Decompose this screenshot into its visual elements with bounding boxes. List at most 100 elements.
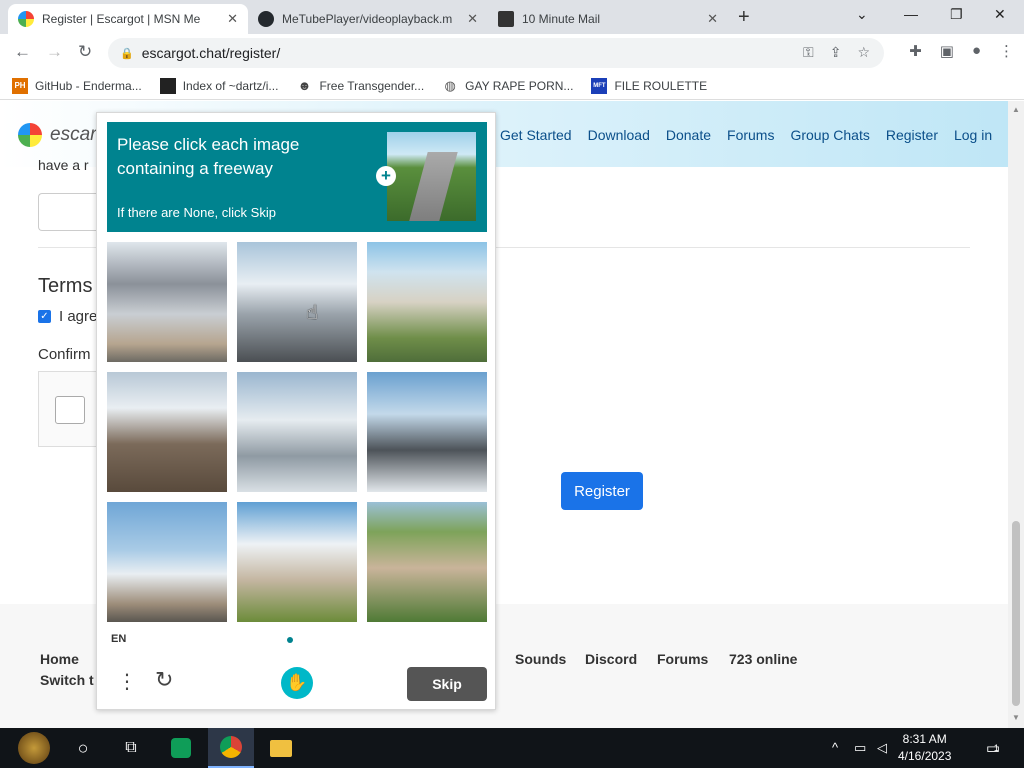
menu-dots-icon[interactable]: ⋮: [117, 669, 137, 694]
address-bar[interactable]: 🔒 escargot.chat/register/ ⚿ ⇪ ☆: [108, 38, 884, 68]
tab-title: 10 Minute Mail: [522, 12, 601, 26]
tile-smokestack[interactable]: [107, 242, 227, 362]
nav-forums[interactable]: Forums: [727, 127, 774, 143]
tile-steam-plant[interactable]: [107, 502, 227, 622]
refresh-icon[interactable]: ↻: [155, 667, 173, 693]
footer-discord[interactable]: Discord: [585, 651, 637, 667]
nav-donate[interactable]: Donate: [666, 127, 711, 143]
tile-snowy-road[interactable]: [237, 242, 357, 362]
tile-snowy-houses[interactable]: [107, 372, 227, 492]
mask-icon: ☻: [297, 78, 312, 93]
nav-download[interactable]: Download: [588, 127, 650, 143]
tab-10-minute-mail[interactable]: 10 Minute Mail ✕: [488, 4, 728, 34]
bookmark-github[interactable]: PH GitHub - Enderma...: [12, 77, 142, 94]
task-view-icon[interactable]: ⧉: [110, 728, 152, 768]
notifications-icon[interactable]: ▭ 1: [978, 728, 1008, 768]
page-indicator: [287, 637, 293, 643]
tab-title: MeTubePlayer/videoplayback.m: [282, 12, 453, 26]
tile-town[interactable]: [367, 242, 487, 362]
profile-icon[interactable]: ●: [972, 42, 981, 60]
agree-label: I agre: [59, 308, 98, 325]
tile-snowy-valley[interactable]: [237, 372, 357, 492]
bookmark-index[interactable]: Index of ~dartz/i...: [159, 77, 278, 94]
tile-snowy-rail[interactable]: [367, 372, 487, 492]
notification-count: 1: [993, 743, 999, 753]
scrollbar-thumb[interactable]: [1012, 521, 1020, 706]
close-icon[interactable]: ✕: [227, 11, 238, 27]
site-nav: Get Started Download Donate Forums Group…: [500, 127, 992, 143]
footer-forums[interactable]: Forums: [657, 651, 708, 667]
challenge-title: Please click each image containing a fre…: [117, 135, 300, 178]
index-icon: [159, 77, 176, 94]
date: 4/16/2023: [898, 749, 952, 763]
scrollbar[interactable]: ▲ ▼: [1008, 101, 1024, 728]
tile-aerial-city[interactable]: [367, 502, 487, 622]
mft-icon: MFT: [591, 77, 608, 94]
nav-get-started[interactable]: Get Started: [500, 127, 572, 143]
close-window-icon[interactable]: ✕: [994, 6, 1006, 23]
taskbar: ○ ⧉ ^ ▭ ◁ 8:31 AM 4/16/2023 ▭ 1: [0, 728, 1024, 768]
bookmark-file-roulette[interactable]: MFT FILE ROULETTE: [591, 77, 707, 94]
bookmark-free-transgender[interactable]: ☻ Free Transgender...: [296, 78, 425, 94]
captcha-widget: [38, 371, 98, 447]
minimize-icon[interactable]: —: [904, 6, 918, 22]
escargot-logo-icon[interactable]: [18, 123, 42, 147]
tab-search-icon[interactable]: ⌄: [856, 6, 868, 23]
close-icon[interactable]: ✕: [467, 11, 478, 27]
captcha-checkbox[interactable]: [55, 396, 85, 424]
menu-icon[interactable]: ⋮: [999, 42, 1014, 60]
confirm-label: Confirm: [38, 346, 91, 363]
share-icon[interactable]: ⇪: [830, 44, 842, 61]
bookmark-label: GAY RAPE PORN...: [465, 78, 574, 93]
new-tab-icon[interactable]: +: [738, 6, 750, 29]
hcaptcha-challenge: Please click each image containing a fre…: [96, 112, 496, 710]
network-icon[interactable]: ▭: [854, 740, 866, 756]
start-icon[interactable]: [10, 728, 58, 768]
hcaptcha-logo-icon[interactable]: ✋: [281, 667, 313, 699]
search-icon[interactable]: ○: [62, 728, 104, 768]
nav-group-chats[interactable]: Group Chats: [790, 127, 869, 143]
tray-up-icon[interactable]: ^: [832, 740, 838, 755]
bookmark-label: Free Transgender...: [319, 78, 425, 93]
star-icon[interactable]: ☆: [857, 44, 870, 61]
nav-log-in[interactable]: Log in: [954, 127, 992, 143]
key-icon[interactable]: ⚿: [803, 44, 814, 61]
tile-cooling-tower[interactable]: [237, 502, 357, 622]
scroll-down-icon[interactable]: ▼: [1012, 713, 1020, 722]
forward-icon[interactable]: →: [46, 42, 63, 62]
scroll-up-icon[interactable]: ▲: [1012, 105, 1020, 114]
footer-home[interactable]: Home: [40, 651, 79, 667]
language-selector[interactable]: EN: [111, 633, 126, 645]
lock-icon[interactable]: 🔒: [120, 47, 134, 60]
side-panel-icon[interactable]: ▣: [940, 42, 954, 60]
example-image[interactable]: [387, 132, 476, 221]
file-explorer-icon[interactable]: [258, 728, 304, 768]
partial-text: have a r: [38, 157, 89, 173]
skip-button[interactable]: Skip: [407, 667, 487, 701]
globe-icon: ◍: [444, 77, 456, 93]
chrome-icon[interactable]: [208, 728, 254, 768]
expand-example-icon[interactable]: +: [376, 166, 396, 186]
url-text: escargot.chat/register/: [141, 45, 281, 61]
back-icon[interactable]: ←: [14, 42, 31, 62]
tab-register[interactable]: Register | Escargot | MSN Me ✕: [8, 4, 248, 34]
terms-heading: Terms: [38, 275, 93, 297]
agree-checkbox[interactable]: ✓: [38, 310, 51, 323]
clock[interactable]: 8:31 AM 4/16/2023: [898, 731, 951, 765]
bookmark-gay[interactable]: ◍ GAY RAPE PORN...: [442, 77, 574, 94]
online-count: 723 online: [729, 651, 798, 667]
nav-register[interactable]: Register: [886, 127, 938, 143]
restore-icon[interactable]: ❐: [950, 6, 963, 23]
reload-icon[interactable]: ↻: [78, 42, 92, 62]
footer-switch[interactable]: Switch t: [40, 672, 94, 688]
sheets-icon[interactable]: [158, 728, 204, 768]
footer-sounds[interactable]: Sounds: [515, 651, 566, 667]
extensions-icon[interactable]: ✚: [909, 42, 922, 60]
text-field[interactable]: [38, 193, 98, 231]
register-button[interactable]: Register: [561, 472, 643, 510]
close-icon[interactable]: ✕: [707, 11, 718, 27]
volume-icon[interactable]: ◁: [877, 740, 887, 756]
ph-icon: PH: [12, 77, 28, 94]
time: 8:31 AM: [902, 732, 947, 746]
tab-metube[interactable]: MeTubePlayer/videoplayback.m ✕: [248, 4, 488, 34]
